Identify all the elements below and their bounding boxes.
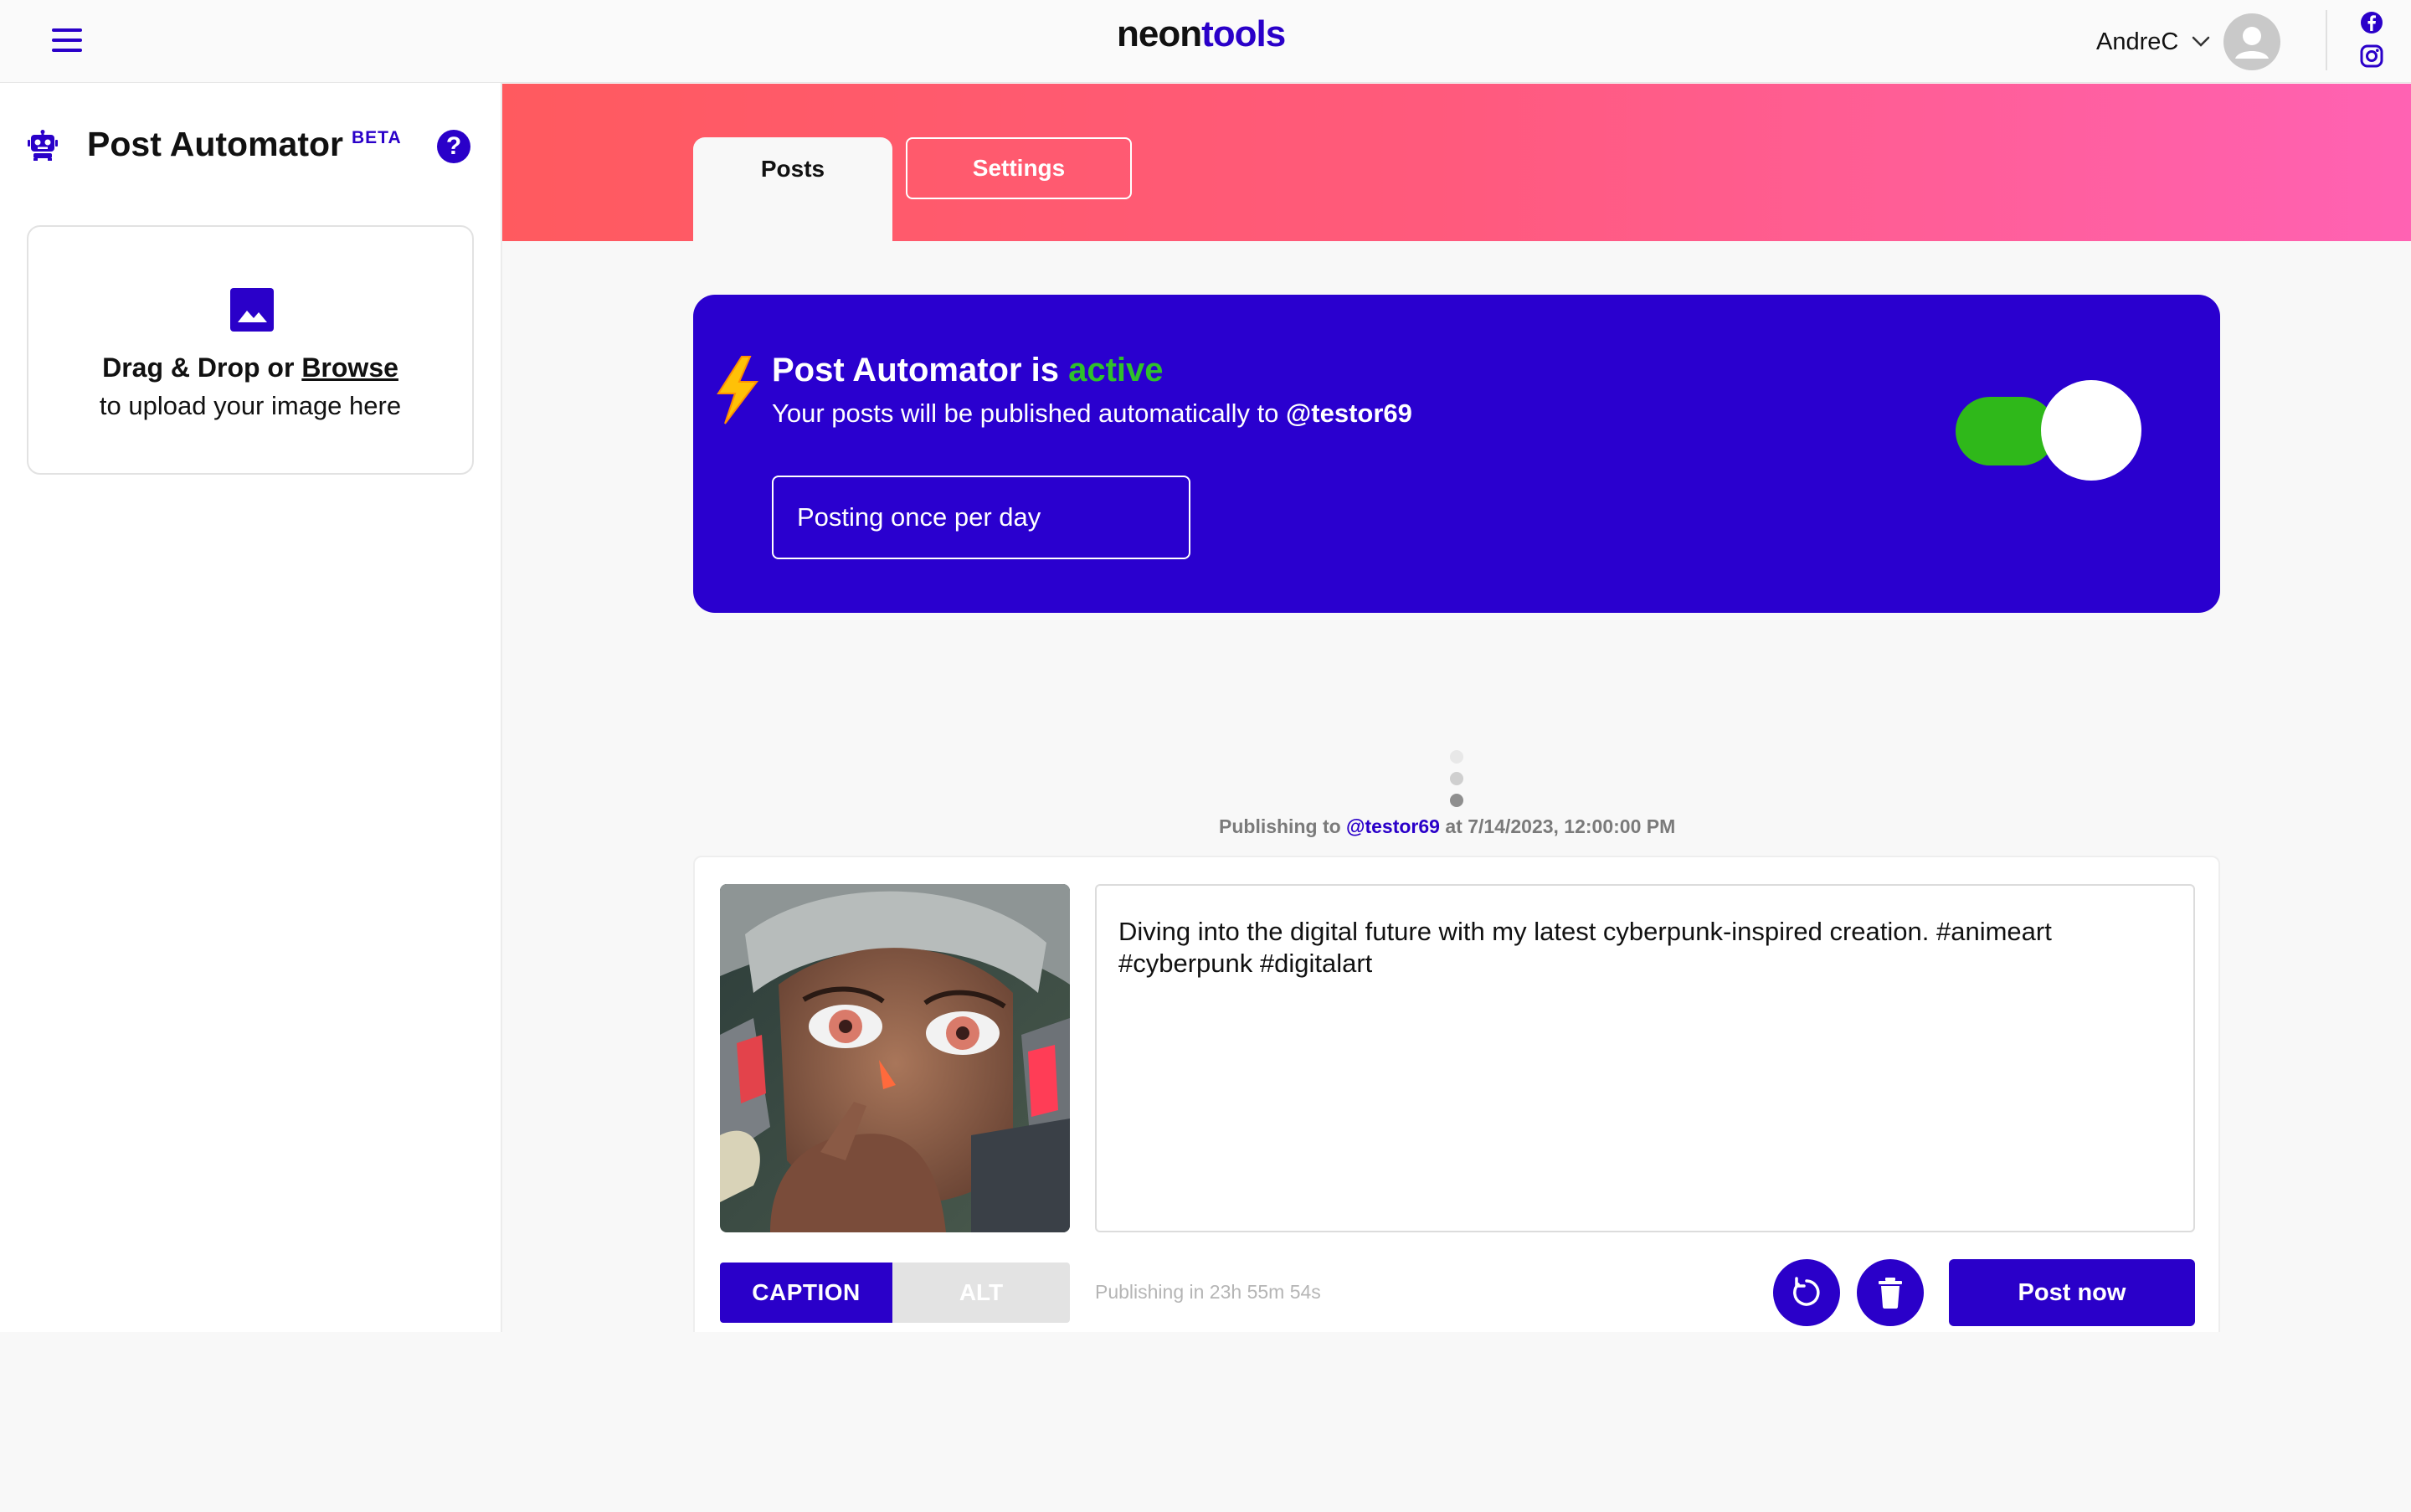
- refresh-icon: [1793, 1277, 1820, 1306]
- queue-dot: [1450, 772, 1463, 785]
- logo-text-neon: neon: [1117, 13, 1202, 54]
- post-image[interactable]: [720, 884, 1070, 1232]
- tab-settings[interactable]: Settings: [906, 137, 1132, 199]
- tab-posts[interactable]: Posts: [693, 137, 892, 241]
- dropzone-hint: to upload your image here: [99, 391, 402, 420]
- app-logo[interactable]: neontools: [1117, 13, 1286, 55]
- publishing-countdown: Publishing in 23h 55m 54s: [1095, 1281, 1321, 1303]
- queue-dot: [1450, 794, 1463, 807]
- logo-text-tools: tools: [1201, 13, 1286, 54]
- alt-mode-button[interactable]: ALT: [892, 1263, 1070, 1323]
- browse-link[interactable]: Browse: [301, 352, 398, 383]
- publishing-prefix: Publishing to: [1219, 815, 1347, 837]
- post-now-button[interactable]: Post now: [1949, 1259, 2195, 1326]
- caption-textarea[interactable]: Diving into the digital future with my l…: [1095, 884, 2195, 1232]
- automator-title-text: Post Automator is: [772, 352, 1069, 388]
- post-card: Diving into the digital future with my l…: [693, 856, 2220, 1353]
- image-dropzone[interactable]: Drag & Drop or Browse to upload your ima…: [27, 225, 474, 475]
- publishing-schedule-text: Publishing to @testor69 at 7/14/2023, 12…: [1219, 815, 1675, 838]
- facebook-icon[interactable]: [2359, 10, 2384, 35]
- help-button[interactable]: ?: [437, 130, 470, 163]
- chevron-down-icon: [2193, 36, 2210, 47]
- avatar[interactable]: [2223, 13, 2281, 70]
- lightning-icon: [717, 356, 759, 424]
- menu-icon[interactable]: [52, 28, 82, 54]
- page-footer-area: [0, 1332, 2411, 1512]
- queue-dot: [1450, 750, 1463, 764]
- top-bar: neontools AndreC: [0, 0, 2411, 83]
- sidebar: Post Automator BETA ? Drag & Drop or Bro…: [0, 83, 502, 1332]
- toggle-knob: [2041, 380, 2141, 481]
- automator-status-card: Post Automator is active Your posts will…: [693, 295, 2220, 613]
- trash-icon: [1879, 1278, 1902, 1309]
- publishing-time: at 7/14/2023, 12:00:00 PM: [1439, 815, 1676, 837]
- caption-alt-toggle: CAPTION ALT: [720, 1263, 1070, 1323]
- drag-drop-text: Drag & Drop or: [102, 352, 302, 383]
- instagram-icon[interactable]: [2359, 44, 2384, 69]
- post-image-artwork: [720, 884, 1070, 1232]
- robot-icon: [28, 130, 58, 161]
- automator-toggle[interactable]: [1956, 380, 2141, 484]
- username: AndreC: [2096, 28, 2179, 55]
- publishing-account-link[interactable]: @testor69: [1346, 815, 1440, 837]
- caption-mode-button[interactable]: CAPTION: [720, 1263, 892, 1323]
- beta-badge: BETA: [352, 128, 402, 147]
- automator-subtitle-text: Your posts will be published automatical…: [772, 399, 1287, 428]
- user-menu[interactable]: AndreC: [2096, 13, 2281, 70]
- header-divider: [2326, 10, 2327, 70]
- automator-status: active: [1068, 352, 1164, 388]
- regenerate-button[interactable]: [1773, 1259, 1840, 1326]
- image-icon: [230, 288, 274, 332]
- dropzone-title: Drag & Drop or Browse: [28, 352, 472, 383]
- person-icon: [2235, 27, 2270, 59]
- posting-frequency-select[interactable]: Posting once per day: [772, 476, 1190, 559]
- automator-title: Post Automator is active: [772, 352, 1164, 389]
- automator-account: @testor69: [1286, 399, 1412, 428]
- delete-button[interactable]: [1857, 1259, 1924, 1326]
- page-title: Post Automator: [87, 125, 343, 163]
- automator-subtitle: Your posts will be published automatical…: [772, 399, 1412, 429]
